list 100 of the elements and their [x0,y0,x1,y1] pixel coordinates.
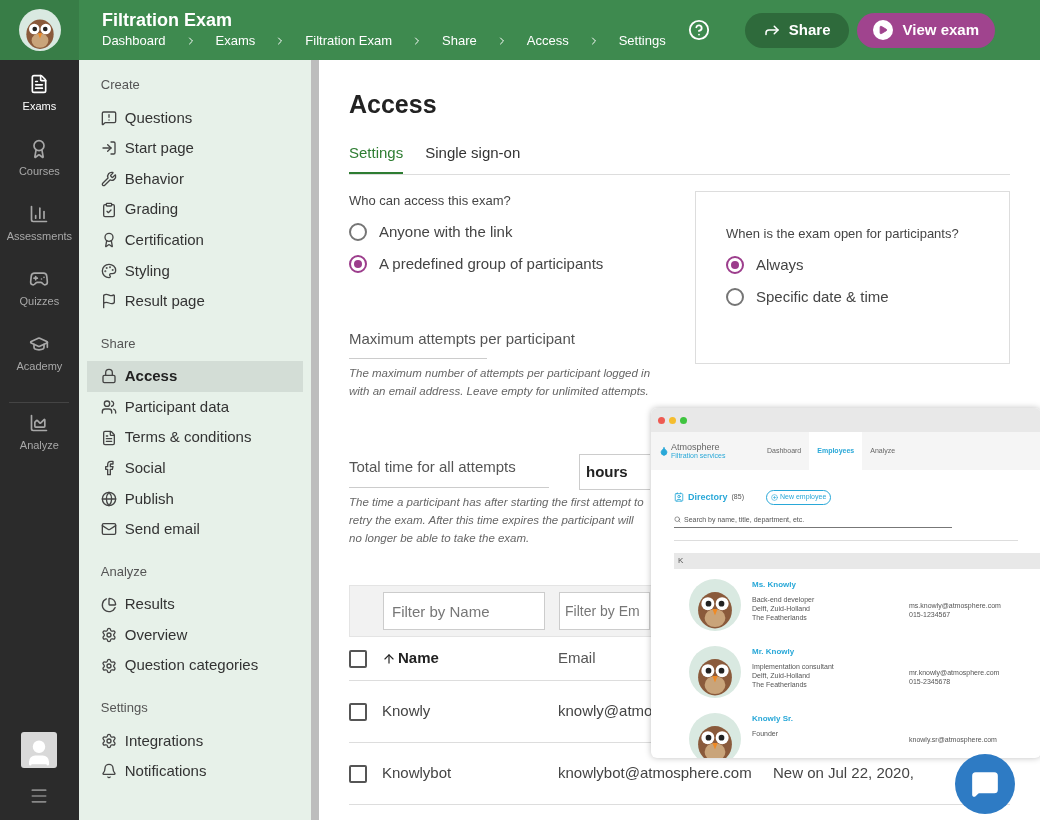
rail-item[interactable]: Quizzes [19,269,60,334]
chat-bubble-icon [971,770,999,798]
contact-card-icon [674,492,684,503]
palette-icon [100,262,117,279]
globe-icon [100,490,117,507]
breadcrumb-link[interactable]: Exams [215,31,256,51]
settings-icon [100,657,117,674]
sidebar-item[interactable]: Integrations [86,725,304,757]
gamepad-icon [29,269,50,289]
radio-button[interactable] [349,222,367,241]
clipboard-check-icon [100,201,117,218]
sidebar-item[interactable]: Behavior [86,163,304,195]
radio-label[interactable]: Specific date & time [756,286,889,309]
mail-icon [100,521,117,538]
line-chart-icon [29,413,50,433]
plus-icon [770,493,778,501]
search-icon [674,516,681,524]
owl-logo-icon [18,9,61,51]
radio-label[interactable]: Always [756,253,804,276]
checkbox[interactable] [349,702,367,721]
breadcrumb-link[interactable]: Access [526,31,569,51]
table-cell-text: knowly@atmo [558,701,653,722]
checkbox[interactable] [349,764,367,783]
sidebar-item[interactable]: Result page [86,286,304,317]
tab[interactable]: Settings [349,141,404,174]
section-heading: Create [99,76,141,94]
sidebar-item[interactable]: Questions [86,102,304,134]
people-icon [100,399,117,416]
sidebar-item[interactable]: Terms & conditions [86,422,304,453]
rail-item[interactable]: Academy [16,334,63,399]
breadcrumb-link[interactable]: Dashboard [102,31,166,51]
pie-chart-icon [100,596,117,613]
radio-label[interactable]: A predefined group of participants [379,253,604,276]
table-cell-text: Knowly [382,701,432,722]
rail-item[interactable]: Analyze [19,413,59,478]
section-heading: Share [99,334,137,353]
checkbox[interactable] [349,649,367,668]
lock-icon [100,368,117,385]
settings-icon [100,627,117,644]
unit-select[interactable]: hours [579,454,650,490]
document-icon [100,429,117,446]
sidebar-item[interactable]: Notifications [86,756,304,787]
chat-button[interactable] [955,754,1015,814]
scrollbar[interactable] [311,60,319,820]
section-heading: Settings [99,699,149,717]
column-header[interactable]: Email [558,647,596,670]
exam-title: Filtration Exam [102,9,234,32]
rail-item[interactable]: Exams [22,74,57,139]
sidebar-item[interactable]: Publish [86,483,304,515]
user-avatar[interactable] [21,732,58,768]
flag-icon [100,293,117,310]
field-question: Who can access this exam? [349,192,512,210]
document-icon [29,74,50,94]
breadcrumb-link[interactable]: Settings [618,31,666,51]
breadcrumb-link[interactable]: Filtration Exam [305,31,393,51]
tab[interactable]: Single sign-on [425,141,521,174]
owl-avatar-icon [689,579,741,631]
radio-button[interactable] [726,288,744,307]
directory-title: Directory [688,490,728,504]
sidebar-item[interactable]: Access [86,361,304,392]
field-question: When is the exam open for participants? [726,225,960,243]
login-icon [100,140,117,157]
sidebar-item[interactable]: Styling [86,255,304,287]
column-header[interactable]: Name [382,647,558,670]
help-icon[interactable] [687,19,710,41]
share-button[interactable]: Share [744,12,849,48]
page-title: Access [349,89,438,120]
play-icon [872,20,893,40]
help-text: The time a participant has after starting the first attempt to retry the exam. After this time expires the participant will no longer be able to take the exam. [349,495,645,546]
rail-item[interactable]: Courses [18,139,60,204]
radio-button[interactable] [726,255,744,274]
settings-icon [100,732,117,749]
sort-arrow-icon [382,651,396,666]
sidebar-item[interactable]: Overview [86,619,304,651]
sidebar-item[interactable]: Question categories [86,650,304,681]
section-heading: Analyze [99,562,148,581]
radio-label[interactable]: Anyone with the link [379,220,513,243]
wrench-icon [100,171,117,187]
max-attempts-field[interactable]: Maximum attempts per participant [349,327,575,358]
sidebar-item[interactable]: Results [86,589,304,620]
sidebar-item[interactable]: Participant data [86,391,304,423]
help-text: The maximum number of attempts per participant logged in with an email address. Leave empty for unlimited attempts. [349,366,652,399]
rail-item[interactable]: Assessments [6,204,73,269]
view-exam-button[interactable]: View exam [856,12,995,48]
total-time-field[interactable]: Total time for all attempts [349,456,549,488]
table-cell-text: Knowlybot [382,763,453,784]
table-cell-text: New on Jul 22, 2020, [773,763,914,784]
sidebar-item[interactable]: Send email [86,514,304,545]
breadcrumb-link[interactable]: Share [442,31,477,51]
filter-field[interactable]: Filter by Name [383,592,545,630]
bell-icon [100,763,117,780]
sidebar-item[interactable]: Certification [86,224,304,256]
speech-bubble-icon [100,109,117,126]
sidebar-item[interactable]: Grading [86,194,304,225]
filter-field[interactable]: Filter by Em [559,592,650,630]
sidebar-item[interactable]: Start page [86,133,304,164]
sidebar-item[interactable]: Social [86,452,304,484]
table-cell-text: knowlybot@atmosphere.com [558,763,753,784]
brand-name: Atmosphere [671,443,721,452]
radio-button[interactable] [349,255,367,274]
